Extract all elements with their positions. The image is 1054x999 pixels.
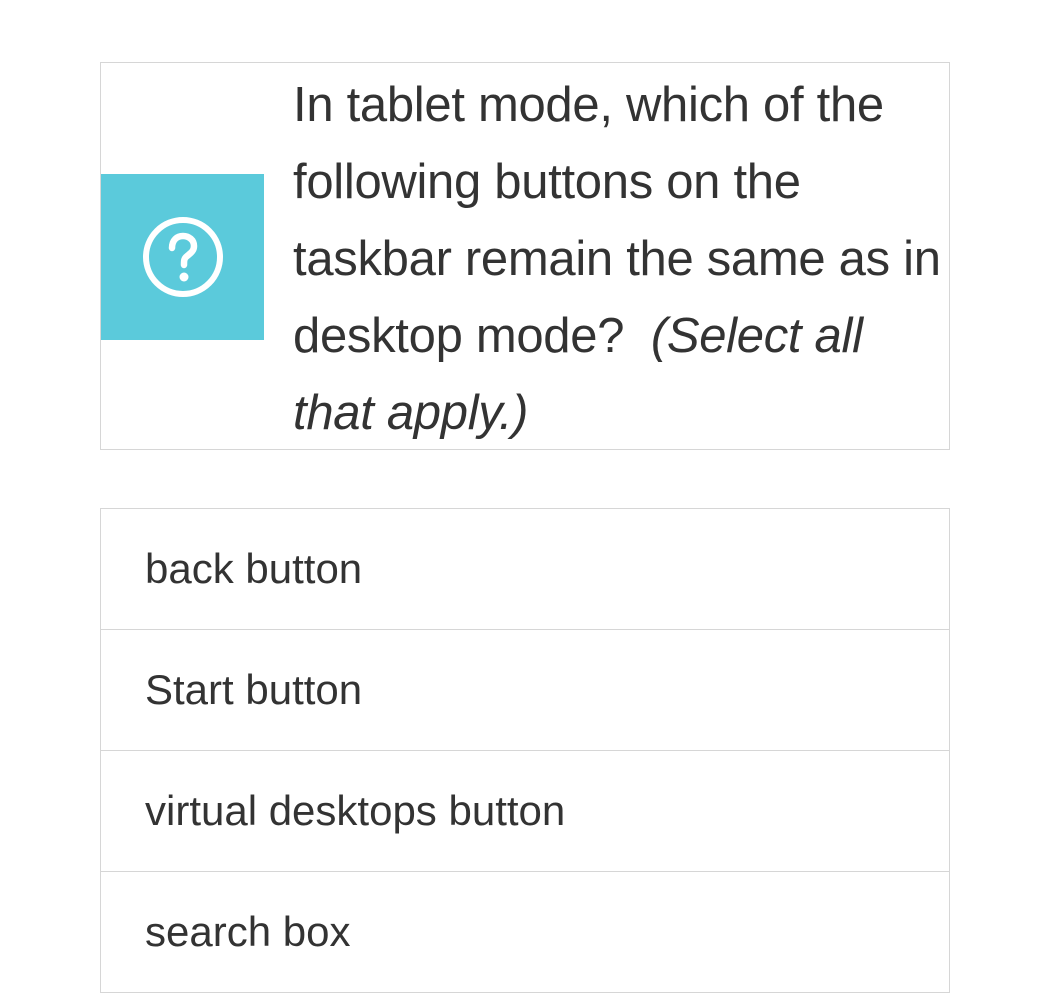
answer-option-start-button[interactable]: Start button — [101, 630, 949, 751]
answer-option-back-button[interactable]: back button — [101, 509, 949, 630]
question-text: In tablet mode, which of the following b… — [293, 67, 945, 452]
answer-option-label: virtual desktops button — [145, 787, 566, 834]
answer-option-label: back button — [145, 545, 363, 592]
answer-option-label: Start button — [145, 666, 363, 713]
answer-option-search-box[interactable]: search box — [101, 872, 949, 992]
question-circle-icon — [141, 215, 225, 299]
question-card: In tablet mode, which of the following b… — [100, 62, 950, 450]
answer-option-label: search box — [145, 908, 351, 955]
question-icon-tile — [101, 174, 264, 340]
answer-options-list: back button Start button virtual desktop… — [100, 508, 950, 993]
answer-option-virtual-desktops-button[interactable]: virtual desktops button — [101, 751, 949, 872]
